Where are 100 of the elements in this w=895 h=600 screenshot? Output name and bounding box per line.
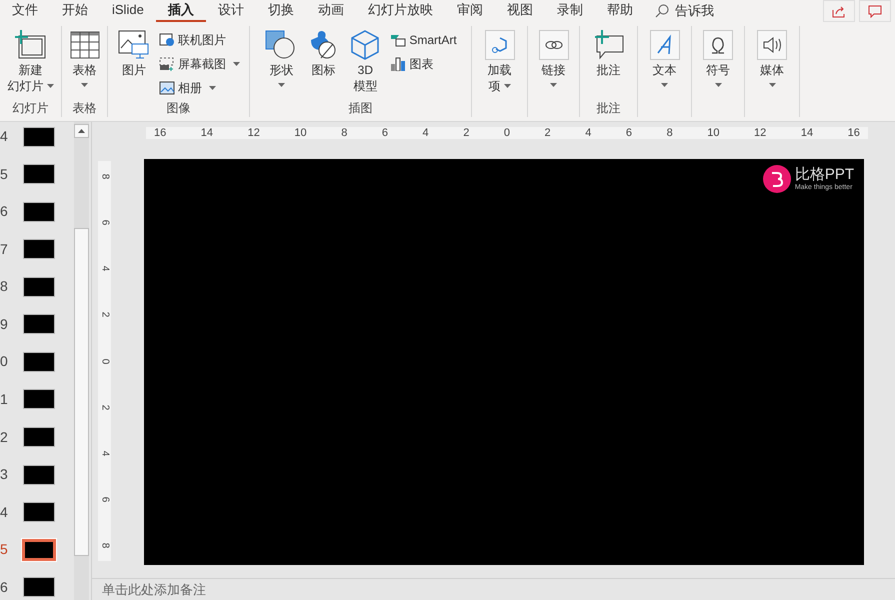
ruler-number: 8	[666, 126, 673, 141]
add-in-icon	[484, 30, 514, 60]
search-icon	[654, 4, 669, 18]
slide-number: 6	[0, 578, 9, 597]
speaker-icon	[757, 30, 787, 60]
omega-icon	[703, 30, 733, 60]
ruler-number: 10	[294, 126, 307, 141]
slide-thumbnail[interactable]	[23, 202, 55, 222]
ribbon-tab[interactable]: 幻灯片放映	[356, 0, 445, 22]
scrollbar[interactable]	[74, 122, 89, 600]
up-caret-icon	[78, 129, 85, 133]
ribbon-button[interactable]: 加载 项	[480, 28, 518, 99]
slide-thumbnail[interactable]	[23, 389, 55, 410]
ribbon-tab[interactable]: 切换	[256, 0, 306, 22]
notes-placeholder[interactable]: 单击此处添加备注	[102, 580, 206, 600]
ruler-number: 2	[98, 404, 111, 410]
ruler-number: 14	[800, 126, 814, 141]
ribbon-button[interactable]: 图标	[304, 28, 342, 99]
ribbon-small-button[interactable]: 屏幕截图	[157, 53, 242, 75]
slide-number: 5	[0, 540, 9, 560]
ribbon-small-button[interactable]: 相册	[157, 77, 242, 99]
ribbon-tab[interactable]: 审阅	[444, 0, 495, 22]
scroll-up-button[interactable]	[74, 124, 89, 138]
slide-number: 5	[0, 164, 9, 184]
slide-thumbnail[interactable]	[23, 464, 55, 485]
slide-thumbnail[interactable]	[23, 427, 55, 448]
slide-thumbnail[interactable]	[23, 502, 55, 522]
ruler-number: 4	[585, 126, 592, 141]
group-label: 表格	[72, 100, 96, 117]
ribbon-button[interactable]: 符号	[699, 28, 737, 99]
ruler-number: 8	[98, 542, 111, 548]
ribbon-tab[interactable]: 文件	[0, 0, 50, 22]
comment-add-icon	[592, 30, 624, 60]
slide-thumbnail[interactable]	[22, 538, 56, 561]
slide-thumbnail[interactable]	[23, 314, 55, 334]
ruler-number: 0	[504, 126, 510, 141]
ruler-number: 8	[341, 126, 348, 141]
slide-thumbnail[interactable]	[23, 577, 55, 598]
tell-me-search[interactable]: 告诉我	[644, 0, 724, 22]
slide-thumbnail[interactable]	[23, 239, 55, 260]
logo-name: 比格PPT	[794, 167, 854, 182]
ruler-number: 2	[98, 312, 111, 318]
slide-number: 4	[0, 502, 9, 522]
slide-number: 3	[0, 465, 9, 484]
ribbon-button[interactable]: 新建 幻灯片	[4, 28, 56, 99]
ruler-number: 12	[754, 126, 766, 141]
ruler-number: 4	[98, 450, 111, 456]
picture-icon	[118, 30, 150, 60]
ruler-number: 2	[463, 126, 470, 141]
ribbon-tab[interactable]: iSlide	[100, 0, 156, 22]
ribbon-tab[interactable]: 动画	[306, 0, 356, 22]
ribbon-tab[interactable]: 视图	[494, 0, 545, 22]
ribbon-tab[interactable]: 开始	[50, 0, 100, 22]
share-button[interactable]	[823, 0, 855, 22]
scroll-thumb[interactable]	[74, 228, 89, 556]
slide-number: 0	[0, 352, 9, 372]
ruler-number: 12	[248, 126, 260, 141]
group-label: 批注	[596, 100, 620, 117]
ribbon-button[interactable]: 3D 模型	[346, 28, 384, 99]
comment-icon	[868, 4, 882, 18]
ruler-number: 10	[707, 126, 720, 141]
ribbon-small-button[interactable]: 联机图片	[157, 29, 242, 51]
ribbon-tab[interactable]: 录制	[544, 0, 595, 22]
text-icon	[650, 30, 680, 60]
ruler-number: 16	[848, 126, 860, 141]
group-label: 幻灯片	[12, 100, 48, 117]
ribbon-small-button[interactable]: SmartArt	[388, 29, 459, 51]
comments-button[interactable]	[859, 0, 891, 22]
ruler-number: 6	[382, 126, 388, 141]
slide-thumbnail[interactable]	[23, 276, 55, 297]
ribbon-tab[interactable]: 设计	[206, 0, 256, 22]
screenshot-icon	[159, 57, 175, 71]
slide-thumbnail[interactable]	[23, 352, 55, 372]
ribbon-tab[interactable]: 帮助	[594, 0, 645, 22]
slide-number: 8	[0, 277, 9, 296]
logo-icon	[762, 165, 791, 193]
ruler-number: 2	[544, 126, 551, 141]
slide-number: 7	[0, 240, 9, 259]
ruler-number: 6	[626, 126, 632, 141]
cube-icon	[350, 30, 380, 60]
ribbon-button[interactable]: 媒体	[753, 28, 791, 99]
ribbon-button[interactable]: 形状	[262, 28, 300, 99]
slide-thumbnail[interactable]	[23, 164, 55, 184]
ruler-number: 4	[422, 126, 429, 141]
ribbon-button[interactable]: 图片	[115, 28, 153, 99]
ruler-number: 16	[154, 126, 166, 141]
share-icon	[832, 4, 846, 18]
ribbon-button[interactable]: 批注	[590, 28, 628, 99]
new-slide-icon	[14, 30, 46, 60]
ribbon-small-button[interactable]: 图表	[388, 53, 459, 75]
ribbon-button[interactable]: 表格	[66, 28, 104, 99]
ruler-number: 6	[98, 220, 111, 226]
ribbon-button[interactable]: 文本	[646, 28, 684, 99]
online-picture-icon	[159, 33, 175, 47]
group-label: 插图	[348, 100, 372, 117]
ribbon-button[interactable]: 链接	[534, 28, 572, 99]
slide-number: 2	[0, 428, 9, 447]
shapes-icon	[265, 30, 298, 60]
slide-thumbnail[interactable]	[23, 126, 55, 147]
group-label: 图像	[166, 100, 190, 117]
